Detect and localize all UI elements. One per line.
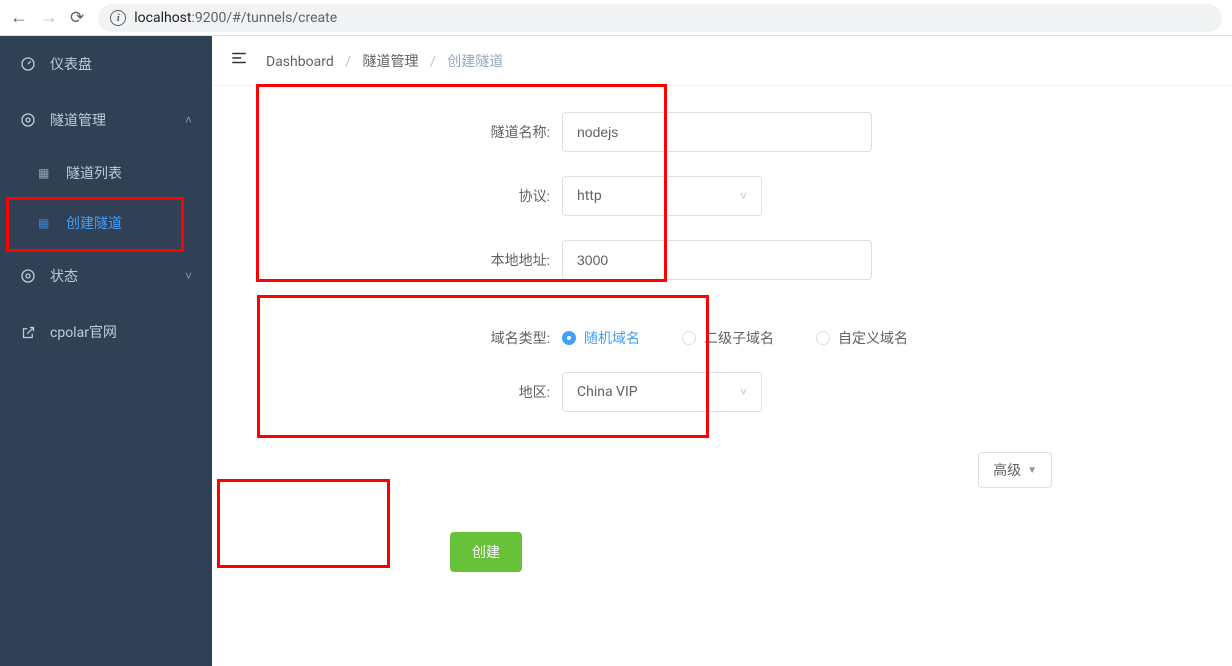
- chevron-down-icon: ˅: [740, 189, 747, 203]
- sidebar-sub-label: 隧道列表: [66, 163, 122, 183]
- sidebar-sub-tunnel-list[interactable]: ▦ 隧道列表: [0, 148, 212, 198]
- chevron-down-icon: ˅: [740, 385, 747, 399]
- breadcrumb-current: 创建隧道: [447, 54, 503, 70]
- main-pane: Dashboard / 隧道管理 / 创建隧道 隧道名称: 协议: http ˅…: [212, 36, 1232, 666]
- url-text: localhost:9200/#/tunnels/create: [134, 10, 337, 26]
- radio-random-domain[interactable]: 随机域名: [562, 328, 640, 348]
- radio-label: 随机域名: [584, 328, 640, 348]
- input-tunnel-name[interactable]: [562, 112, 872, 152]
- create-button[interactable]: 创建: [450, 532, 522, 572]
- sidebar-label: 状态: [50, 266, 78, 286]
- breadcrumb-sep: /: [430, 54, 436, 70]
- grid-icon: ▦: [38, 216, 49, 230]
- site-info-icon[interactable]: i: [110, 10, 126, 26]
- label-local-addr: 本地地址:: [212, 250, 562, 270]
- sidebar-label: 仪表盘: [50, 54, 92, 74]
- nav-back-icon[interactable]: ←: [10, 9, 26, 27]
- sidebar-item-tunnel-manage[interactable]: 隧道管理 ˄: [0, 92, 212, 148]
- radio-dot-icon: [682, 331, 696, 345]
- advanced-button-label: 高级: [993, 460, 1021, 480]
- radio-label: 自定义域名: [838, 328, 908, 348]
- grid-icon: ▦: [38, 166, 49, 180]
- sidebar-sub-create-tunnel[interactable]: ▦ 创建隧道: [0, 198, 212, 248]
- label-protocol: 协议:: [212, 186, 562, 206]
- radio-custom-domain[interactable]: 自定义域名: [816, 328, 908, 348]
- sidebar: 仪表盘 隧道管理 ˄ ▦ 隧道列表 ▦ 创建隧道 状态 ˅: [0, 36, 212, 666]
- cog-icon: [20, 268, 36, 284]
- header-bar: Dashboard / 隧道管理 / 创建隧道: [212, 36, 1232, 86]
- reload-icon[interactable]: ⟳: [70, 8, 84, 28]
- label-tunnel-name: 隧道名称:: [212, 122, 562, 142]
- radio-label: 二级子域名: [704, 328, 774, 348]
- chevron-down-icon: ˅: [185, 269, 192, 283]
- sidebar-label: 隧道管理: [50, 110, 106, 130]
- label-domain-type: 域名类型:: [212, 328, 562, 348]
- triangle-down-icon: ▼: [1027, 465, 1037, 476]
- sidebar-sub-label: 创建隧道: [66, 213, 122, 233]
- radio-dot-icon: [816, 331, 830, 345]
- breadcrumb: Dashboard / 隧道管理 / 创建隧道: [266, 51, 503, 71]
- radio-dot-icon: [562, 331, 576, 345]
- url-field[interactable]: i localhost:9200/#/tunnels/create: [98, 4, 1222, 32]
- advanced-button[interactable]: 高级 ▼: [978, 452, 1052, 488]
- select-region-value: China VIP: [577, 384, 638, 400]
- sidebar-item-dashboard[interactable]: 仪表盘: [0, 36, 212, 92]
- external-link-icon: [20, 324, 36, 340]
- label-region: 地区:: [212, 382, 562, 402]
- sidebar-item-cpolar-site[interactable]: cpolar官网: [0, 304, 212, 360]
- select-region[interactable]: China VIP ˅: [562, 372, 762, 412]
- chevron-up-icon: ˄: [185, 113, 192, 127]
- sidebar-item-status[interactable]: 状态 ˅: [0, 248, 212, 304]
- create-button-label: 创建: [472, 544, 500, 560]
- gauge-icon: [20, 56, 36, 72]
- radio-subdomain[interactable]: 二级子域名: [682, 328, 774, 348]
- cog-icon: [20, 112, 36, 128]
- nav-forward-icon[interactable]: →: [40, 9, 56, 27]
- breadcrumb-item[interactable]: Dashboard: [266, 54, 334, 70]
- select-protocol-value: http: [577, 188, 602, 204]
- menu-toggle-icon[interactable]: [230, 49, 248, 72]
- input-local-addr[interactable]: [562, 240, 872, 280]
- breadcrumb-item[interactable]: 隧道管理: [362, 54, 418, 70]
- browser-address-bar: ← → ⟳ i localhost:9200/#/tunnels/create: [0, 0, 1232, 36]
- select-protocol[interactable]: http ˅: [562, 176, 762, 216]
- radio-group-domain-type: 随机域名 二级子域名 自定义域名: [562, 328, 908, 348]
- breadcrumb-sep: /: [345, 54, 351, 70]
- sidebar-label: cpolar官网: [50, 322, 117, 342]
